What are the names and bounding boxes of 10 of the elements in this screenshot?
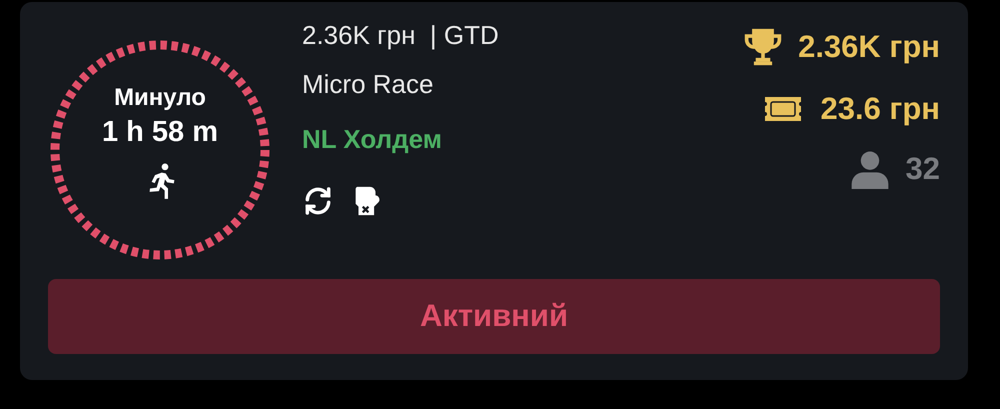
- timer-label: Минуло: [114, 83, 206, 113]
- tournament-name: Micro Race: [302, 68, 434, 101]
- guarantee-text: 2.36K грн | GTD: [302, 19, 499, 52]
- status-button[interactable]: Активний: [48, 279, 940, 354]
- prize-pool: 2.36K грн: [798, 28, 940, 66]
- person-icon: [850, 149, 890, 189]
- player-count: 32: [906, 150, 940, 188]
- game-type: NL Холдем: [302, 123, 444, 156]
- elapsed-time: 1 h 58 m: [102, 115, 218, 150]
- buy-in-amount: 23.6 грн: [820, 90, 940, 128]
